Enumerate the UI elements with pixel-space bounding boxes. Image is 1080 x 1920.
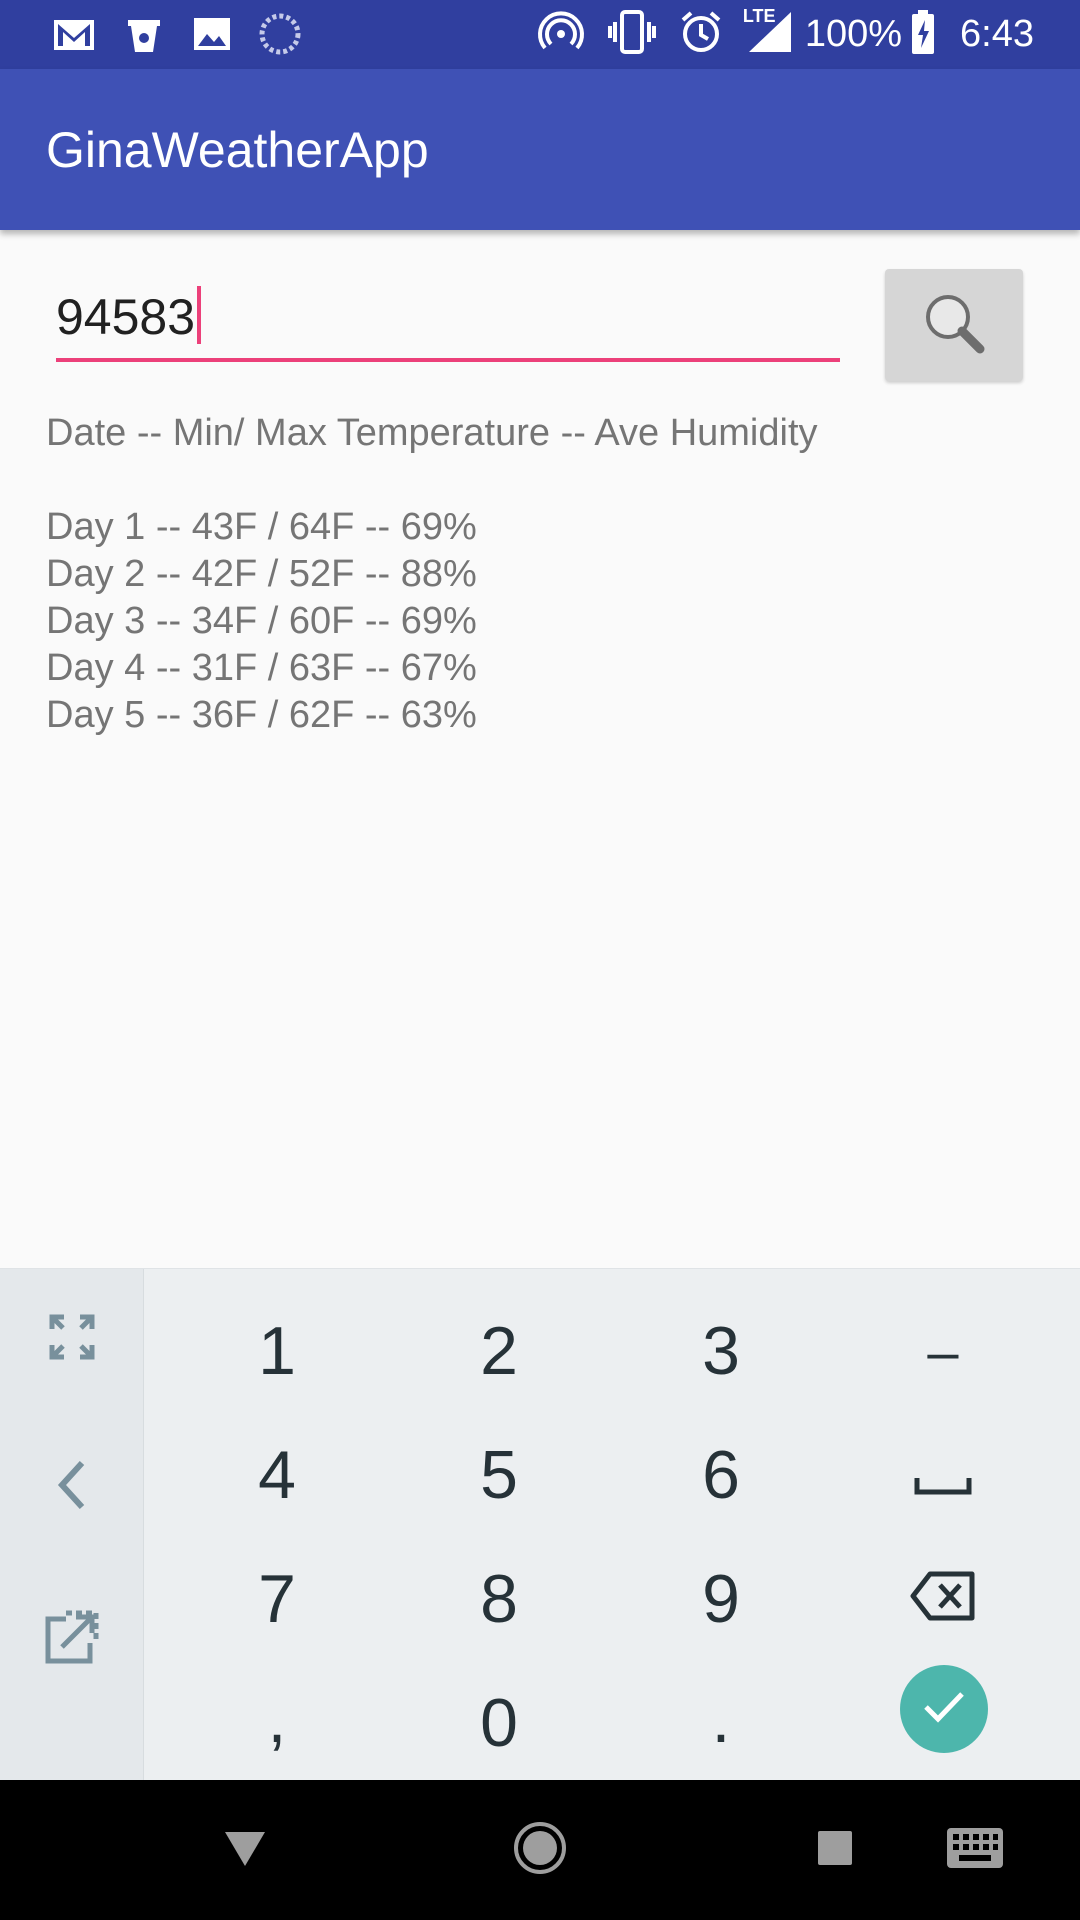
nav-back-button[interactable] — [200, 1780, 290, 1920]
zip-code-value[interactable]: 94583 — [56, 286, 202, 346]
bucket-icon — [122, 12, 166, 61]
search-button[interactable] — [885, 269, 1023, 381]
key-label: , — [267, 1681, 287, 1757]
app-bar: GinaWeatherApp — [0, 69, 1080, 230]
key-9[interactable]: 9 — [610, 1537, 832, 1661]
lte-signal-icon: LTE — [742, 6, 795, 61]
key-0[interactable]: 0 — [388, 1661, 610, 1785]
battery-percent: 100% — [804, 13, 903, 55]
forecast-row: Day 2 -- 42F / 52F -- 88% — [46, 553, 477, 595]
hotspot-icon — [537, 8, 585, 61]
forecast-row: Day 1 -- 43F / 64F -- 69% — [46, 506, 477, 548]
back-icon — [223, 1828, 267, 1873]
key-period[interactable]: . — [610, 1657, 832, 1781]
zip-code-text: 94583 — [56, 289, 196, 345]
key-1[interactable]: 1 — [166, 1289, 388, 1413]
space-icon — [913, 1436, 973, 1514]
input-underline — [56, 358, 840, 362]
text-cursor — [197, 286, 202, 344]
key-label: 3 — [702, 1313, 740, 1389]
key-5[interactable]: 5 — [388, 1413, 610, 1537]
key-label: 5 — [480, 1437, 518, 1513]
key-space[interactable] — [832, 1413, 1054, 1537]
key-comma[interactable]: , — [166, 1657, 388, 1781]
forecast-results: Date -- Min/ Max Temperature -- Ave Humi… — [46, 410, 1006, 739]
key-label: 1 — [258, 1313, 296, 1389]
forecast-row: Day 5 -- 36F / 62F -- 63% — [46, 694, 477, 736]
keyboard-icon — [945, 1826, 1005, 1875]
keyboard-side-panel — [0, 1269, 144, 1781]
key-label: 7 — [258, 1561, 296, 1637]
search-icon — [918, 287, 990, 364]
key-backspace[interactable] — [832, 1537, 1054, 1661]
recents-icon — [816, 1829, 854, 1872]
nav-keyboard-button[interactable] — [930, 1780, 1020, 1920]
status-bar: LTE 100% 6:43 — [0, 0, 1080, 69]
numeric-keyboard: 1 2 3 – 4 5 6 7 8 9 , 0 . — [0, 1268, 1080, 1781]
key-label: . — [711, 1681, 731, 1757]
clock: 6:43 — [960, 13, 1034, 55]
key-label: 0 — [480, 1685, 518, 1761]
key-dash[interactable]: – — [832, 1289, 1054, 1413]
key-label: 2 — [480, 1313, 518, 1389]
zip-code-input[interactable]: 94583 — [56, 280, 840, 362]
key-label: 8 — [480, 1561, 518, 1637]
key-3[interactable]: 3 — [610, 1289, 832, 1413]
open-external-button[interactable] — [0, 1569, 143, 1709]
key-6[interactable]: 6 — [610, 1413, 832, 1537]
key-8[interactable]: 8 — [388, 1537, 610, 1661]
image-icon — [190, 12, 234, 61]
forecast-row: Day 3 -- 34F / 60F -- 69% — [46, 600, 477, 642]
network-type-label: LTE — [742, 6, 776, 26]
nav-recents-button[interactable] — [790, 1780, 880, 1920]
key-2[interactable]: 2 — [388, 1289, 610, 1413]
navigation-bar — [0, 1780, 1080, 1920]
sync-icon — [258, 12, 302, 61]
key-7[interactable]: 7 — [166, 1537, 388, 1661]
forecast-header: Date -- Min/ Max Temperature -- Ave Humi… — [46, 412, 818, 454]
key-label: 6 — [702, 1437, 740, 1513]
battery-icon — [910, 8, 936, 61]
back-arrow-icon — [52, 1459, 92, 1516]
forecast-row: Day 4 -- 31F / 63F -- 67% — [46, 647, 477, 689]
expand-icon — [47, 1312, 97, 1367]
checkmark-icon — [922, 1689, 966, 1730]
expand-keyboard-button[interactable] — [0, 1269, 143, 1409]
alarm-icon — [677, 8, 725, 61]
home-icon — [512, 1820, 568, 1881]
keyboard-back-button[interactable] — [0, 1417, 143, 1557]
app-title: GinaWeatherApp — [46, 122, 429, 178]
key-4[interactable]: 4 — [166, 1413, 388, 1537]
key-label: – — [927, 1319, 959, 1383]
vibrate-icon — [607, 8, 657, 61]
done-button[interactable] — [900, 1665, 988, 1753]
key-label: 4 — [258, 1437, 296, 1513]
gmail-icon — [52, 12, 96, 61]
open-external-icon — [42, 1607, 102, 1672]
nav-home-button[interactable] — [495, 1780, 585, 1920]
backspace-icon — [910, 1560, 976, 1638]
key-label: 9 — [702, 1561, 740, 1637]
